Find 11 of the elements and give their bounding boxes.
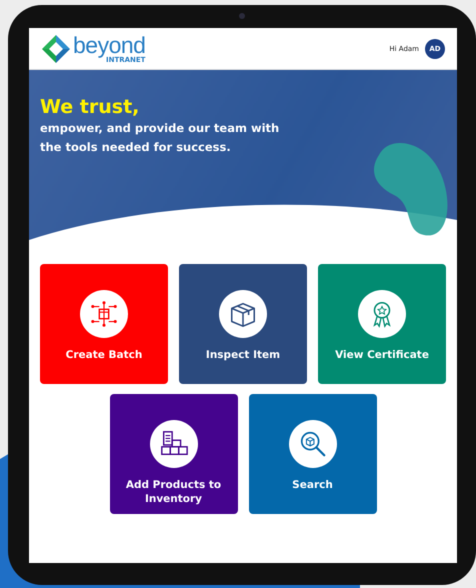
menu-tile[interactable]: Search (248, 394, 376, 514)
hero-tagline: empower, and provide our team with the tools needed for success. (40, 120, 280, 156)
network-icon (89, 299, 119, 329)
menu-tile[interactable]: View Certificate (318, 264, 446, 384)
camera-dot (239, 13, 245, 19)
logo-wordmark: beyond (73, 34, 146, 56)
logo-icon (41, 34, 71, 64)
menu-tile[interactable]: Add Products to Inventory (110, 394, 238, 514)
menu-tile[interactable]: Inspect Item (179, 264, 307, 384)
menu-tile[interactable]: Create Batch (40, 264, 168, 384)
hero-headline: We trust, (40, 96, 140, 118)
